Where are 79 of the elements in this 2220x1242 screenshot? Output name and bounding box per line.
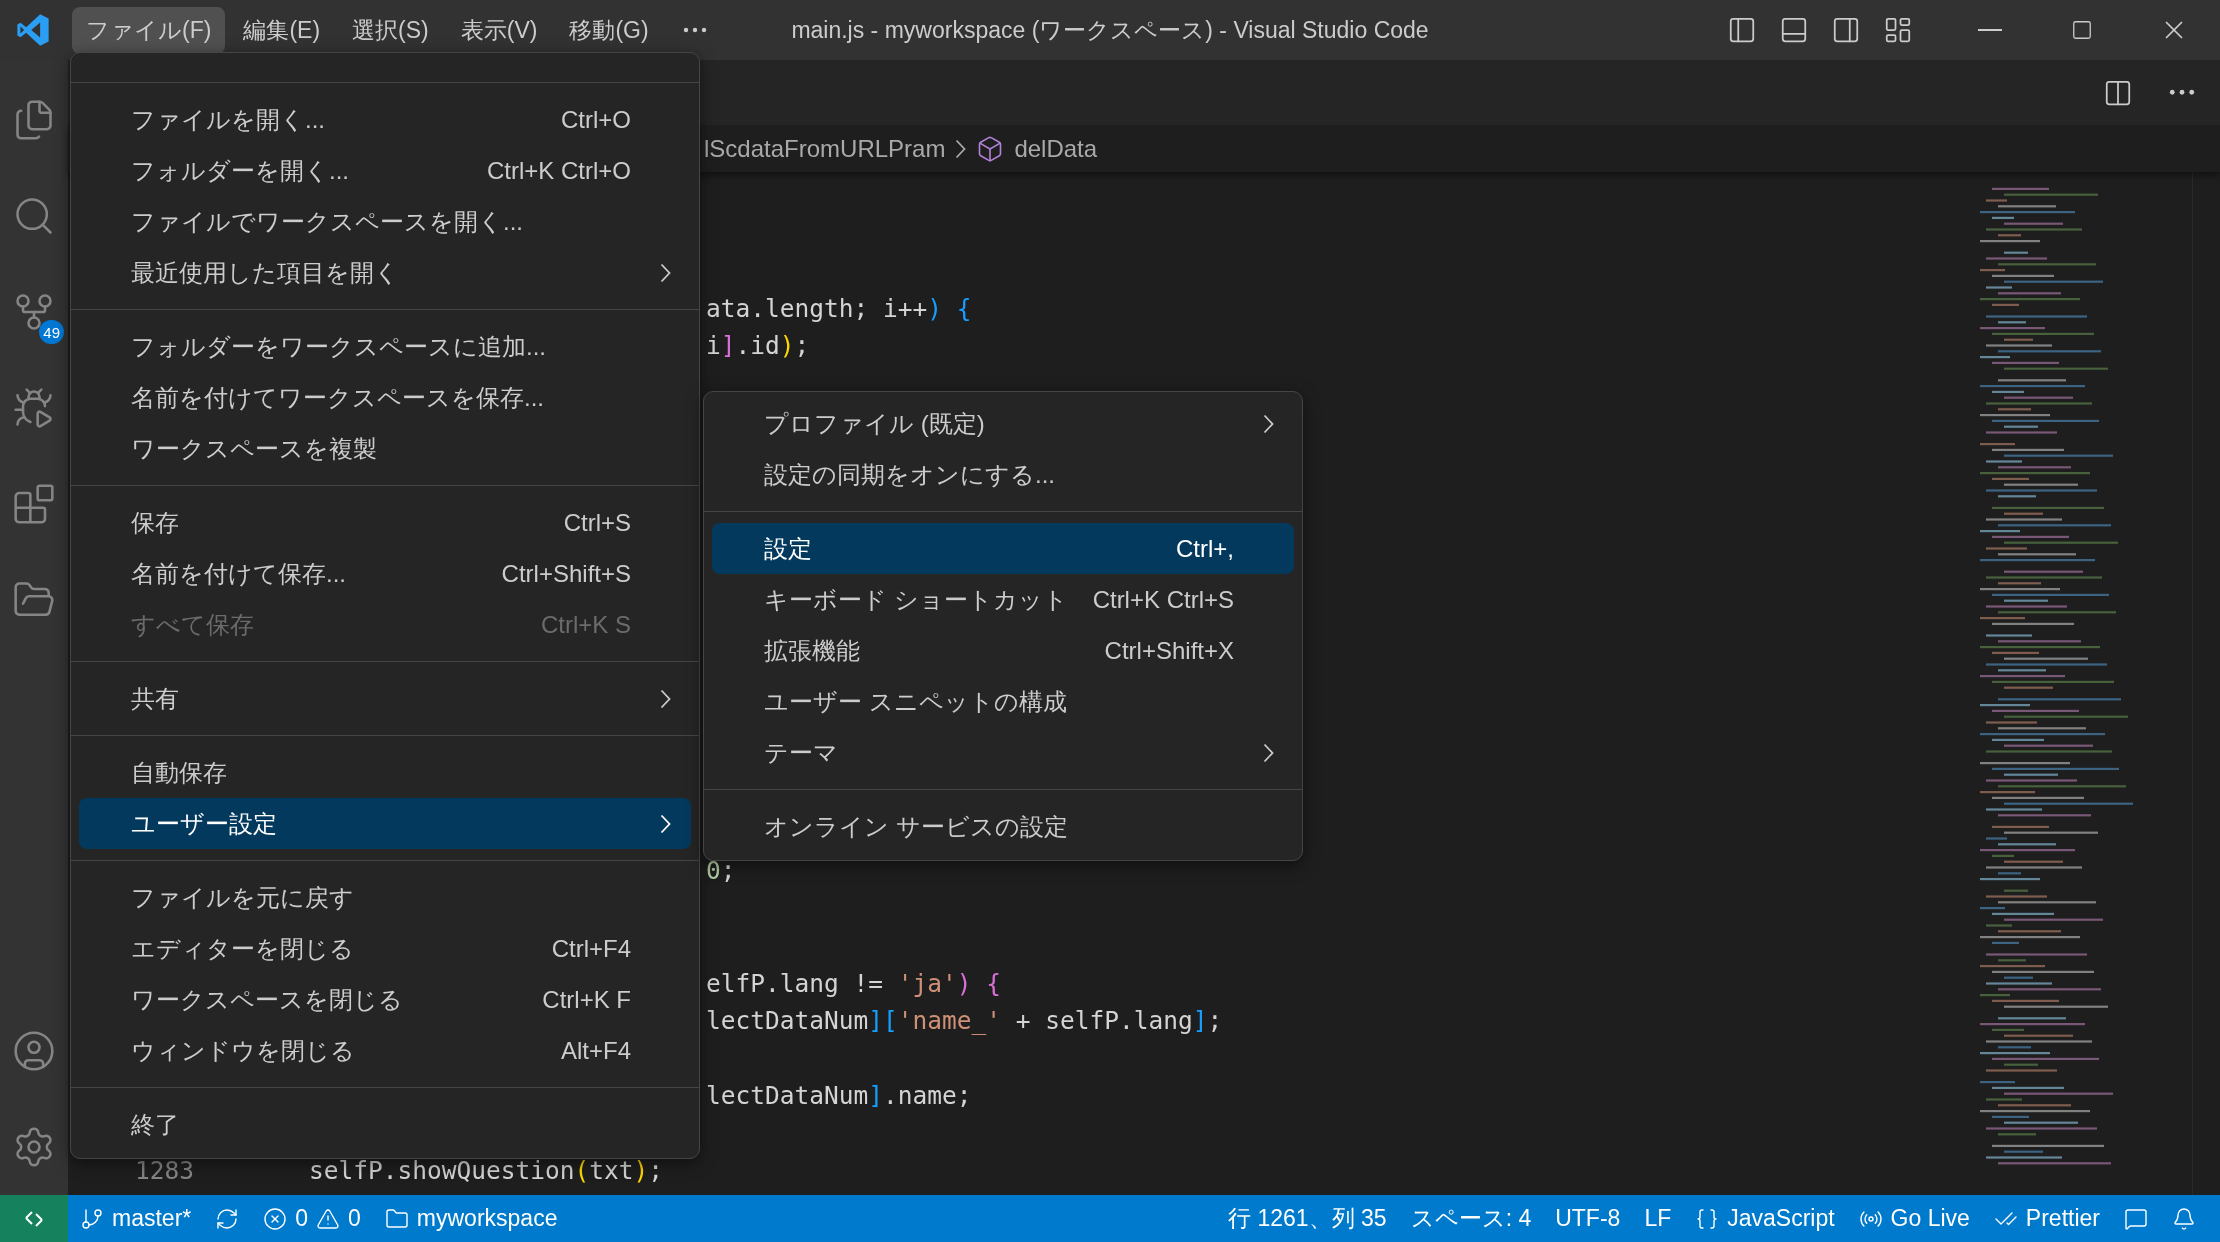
menu-item[interactable]: プロファイル (既定) [712,398,1294,449]
menu-item[interactable]: ワークスペースを閉じる Ctrl+K F [79,974,691,1025]
code-line: 0; [706,856,736,886]
menu-item[interactable]: ファイルを元に戻す [79,872,691,923]
code-line: lectDataNum]['name_' + selfP.lang]; [706,1006,1223,1036]
error-icon [263,1206,288,1231]
more-icon [2169,89,2195,96]
more-icon [682,27,707,33]
chevron-right-icon [660,262,671,283]
encoding-status[interactable]: UTF-8 [1543,1195,1633,1242]
menu-item[interactable]: テーマ [712,727,1294,778]
go-live-button[interactable]: Go Live [1846,1195,1982,1242]
chevron-right-icon [660,813,671,834]
menu-item[interactable]: フォルダーをワークスペースに追加... [79,321,691,372]
layout-icon [1883,15,1913,45]
menu-item[interactable]: 拡張機能 Ctrl+Shift+X [712,625,1294,676]
branch-icon [80,1206,104,1231]
menu-item[interactable]: 名前を付けてワークスペースを保存... [79,372,691,423]
panel-bottom-icon [1779,15,1809,45]
window-title: main.js - myworkspace (ワークスペース) - Visual Studio Code [791,15,1429,45]
chevron-right-icon [955,138,967,159]
menu-item[interactable]: ユーザー設定 [79,798,691,849]
code-line: elfP.lang != 'ja') { [706,968,1002,998]
menu-item[interactable]: 最近使用した項目を開く [79,247,691,298]
workspace-status[interactable]: myworkspace [372,1195,570,1242]
menu-item[interactable]: エディターを閉じる Ctrl+F4 [79,923,691,974]
sync-icon [215,1206,240,1231]
menu-bar-item[interactable]: 移動(G) [555,6,663,54]
maximize-icon [2071,19,2093,41]
menu-item[interactable]: 設定の同期をオンにする... [712,449,1294,500]
blocks-icon [12,482,56,526]
count-badge: 49 [39,320,64,344]
menu-item[interactable]: フォルダーを開く... Ctrl+K Ctrl+O [79,145,691,196]
menu-bar-item[interactable]: 表示(V) [446,6,552,54]
warning-icon [316,1206,341,1231]
chevron-right-icon [1263,742,1274,763]
user-icon [12,1029,56,1073]
panel-left-icon [1727,15,1757,45]
folder-icon [384,1206,409,1231]
cursor-position[interactable]: 行 1261、列 35 [1216,1195,1399,1242]
source-control-button[interactable]: 49 [0,264,68,360]
branch-status[interactable]: master* [68,1195,204,1242]
logo-icon [16,13,50,47]
prettier-status[interactable]: Prettier [1981,1195,2112,1242]
menu-item[interactable]: 設定 Ctrl+, [712,523,1294,574]
speech-bubble-icon [2124,1206,2148,1231]
menu-bar-item[interactable]: 編集(E) [229,6,335,54]
code-line: ata.length; i++) { [706,293,972,323]
language-status[interactable]: JavaScript [1683,1195,1847,1242]
problems-status[interactable]: 0 0 [251,1195,373,1242]
menu-item[interactable]: 共有 [79,673,691,724]
line-number: 1283 [134,1156,194,1186]
code-line: selfP.showQuestion(txt); [309,1156,664,1186]
line-ending-status[interactable]: LF [1632,1195,1684,1242]
panel-right-icon [1831,15,1861,45]
menu-item[interactable]: 終了 [79,1099,691,1150]
menu-item[interactable]: ユーザー スニペットの構成 [712,676,1294,727]
menu-item[interactable]: ウィンドウを閉じる Alt+F4 [79,1025,691,1076]
menu-item[interactable]: 保存 Ctrl+S [79,497,691,548]
menu-item[interactable]: オンライン サービスの設定 [712,801,1294,852]
menu-item[interactable]: キーボード ショートカット Ctrl+K Ctrl+S [712,574,1294,625]
menu-bar-item[interactable]: 選択(S) [338,6,443,54]
minimize-icon [1978,29,2002,31]
code-line: lectDataNum].name; [706,1081,972,1111]
menu-item[interactable]: 自動保存 [79,747,691,798]
chevron-right-icon [660,688,671,709]
code-line: i].id); [706,331,810,361]
remote-button[interactable] [0,1195,68,1242]
chevron-right-icon [1263,413,1274,434]
breadcrumb-item[interactable]: delData [1014,134,1098,163]
indentation-status[interactable]: スペース: 4 [1398,1195,1544,1242]
menu-item[interactable]: ワークスペースを複製 [79,423,691,474]
menu-item[interactable]: 名前を付けて保存... Ctrl+Shift+S [79,548,691,599]
bell-icon [2172,1206,2196,1231]
breadcrumb-item[interactable]: lScdataFromURLPram [704,134,946,163]
menu-bar-item[interactable]: ファイル(F) [72,6,226,54]
menu-item[interactable]: ファイルを開く... Ctrl+O [79,94,691,145]
braces-icon [1695,1206,1720,1231]
menu-item[interactable]: ファイルでワークスペースを開く... [79,196,691,247]
